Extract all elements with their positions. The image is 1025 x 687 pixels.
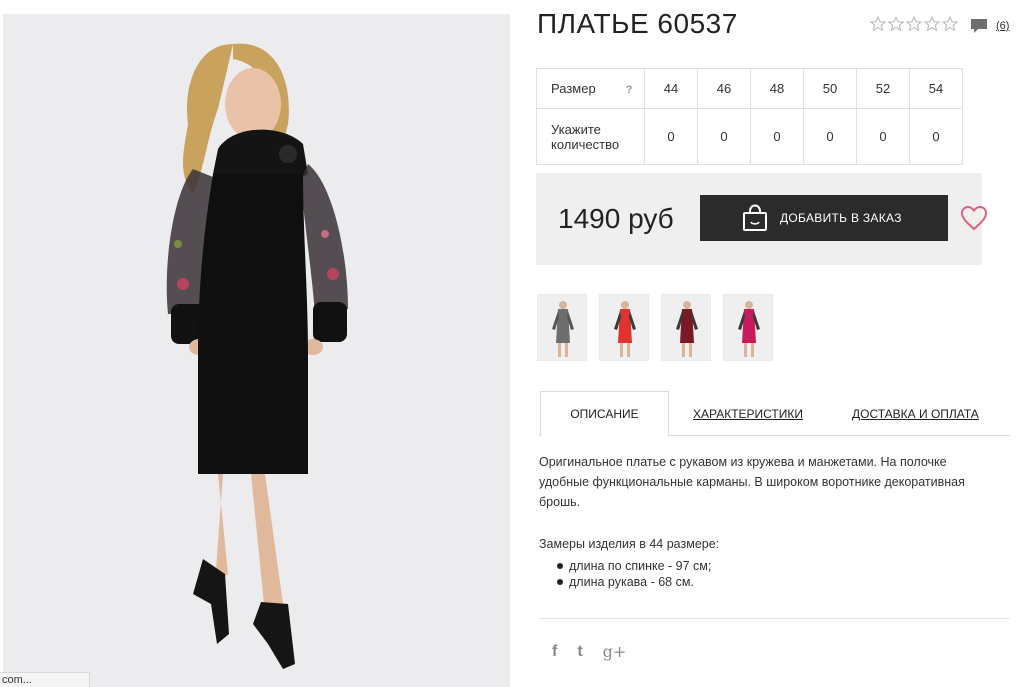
browser-status-bar: com... [0,672,90,687]
quantity-input[interactable]: 0 [909,108,963,165]
quantity-label-cell: Укажите количество [536,108,645,165]
size-quantity-table: Размер? 44 46 48 50 52 54 Укажите количес… [536,68,963,165]
product-title: ПЛАТЬЕ 60537 [537,8,738,39]
quantity-input[interactable]: 0 [803,108,857,165]
review-count-link[interactable]: (6) [996,20,1009,32]
shopping-bag-icon [743,204,767,231]
size-help-icon[interactable]: ? [626,84,633,96]
tab-description[interactable]: ОПИСАНИЕ [540,391,669,437]
product-info-tabs: ОПИСАНИЕ ХАРАКТЕРИСТИКИ ДОСТАВКА И ОПЛАТ… [539,391,1010,437]
tab-delivery-payment[interactable]: ДОСТАВКА И ОПЛАТА [852,391,979,436]
size-option[interactable]: 44 [644,68,698,109]
favorite-heart-icon[interactable] [960,205,988,231]
size-option[interactable]: 52 [856,68,910,109]
star-icon[interactable] [870,16,886,32]
quantity-input[interactable]: 0 [697,108,751,165]
size-option[interactable]: 54 [909,68,963,109]
measures-list: длина по спинке - 97 см; длина рукава - … [557,558,711,590]
thumbnail-fuchsia[interactable] [723,294,773,361]
star-icon[interactable] [906,16,922,32]
thumbnail-burgundy[interactable] [661,294,711,361]
size-option[interactable]: 46 [697,68,751,109]
quantity-input[interactable]: 0 [644,108,698,165]
twitter-icon[interactable]: t [577,643,582,661]
product-description: Оригинальное платье с рукавом из кружева… [539,455,965,509]
google-plus-icon[interactable]: g+ [603,642,627,661]
quantity-row: Укажите количество 0 0 0 0 0 0 [536,108,963,165]
star-icon[interactable] [942,16,958,32]
quantity-label-line2: количество [551,136,620,152]
comment-icon[interactable] [970,18,988,34]
tab-characteristics[interactable]: ХАРАКТЕРИСТИКИ [693,391,803,436]
quantity-input[interactable]: 0 [750,108,804,165]
rating-stars[interactable] [870,16,958,32]
size-row: Размер? 44 46 48 50 52 54 [536,68,963,109]
star-icon[interactable] [924,16,940,32]
list-item: длина рукава - 68 см. [557,574,711,590]
size-label-cell: Размер? [536,68,645,109]
size-option[interactable]: 50 [803,68,857,109]
quantity-input[interactable]: 0 [856,108,910,165]
quantity-label-line1: Укажите [551,121,601,137]
thumbnail-grey[interactable] [537,294,587,361]
add-to-order-button[interactable]: ДОБАВИТЬ В ЗАКАЗ [700,195,948,241]
social-share: f t g+ [552,642,626,661]
add-to-order-label: ДОБАВИТЬ В ЗАКАЗ [780,211,902,225]
list-item: длина по спинке - 97 см; [557,558,711,574]
size-label: Размер [551,81,596,96]
product-price: 1490 руб [558,203,674,234]
buy-box: 1490 руб ДОБАВИТЬ В ЗАКАЗ [536,173,988,265]
main-product-photo[interactable] [3,14,510,687]
facebook-icon[interactable]: f [552,643,557,661]
thumbnail-red[interactable] [599,294,649,361]
divider [539,618,1010,619]
measures-title: Замеры изделия в 44 размере: [539,537,720,551]
color-thumbnails [537,294,773,361]
size-option[interactable]: 48 [750,68,804,109]
star-icon[interactable] [888,16,904,32]
